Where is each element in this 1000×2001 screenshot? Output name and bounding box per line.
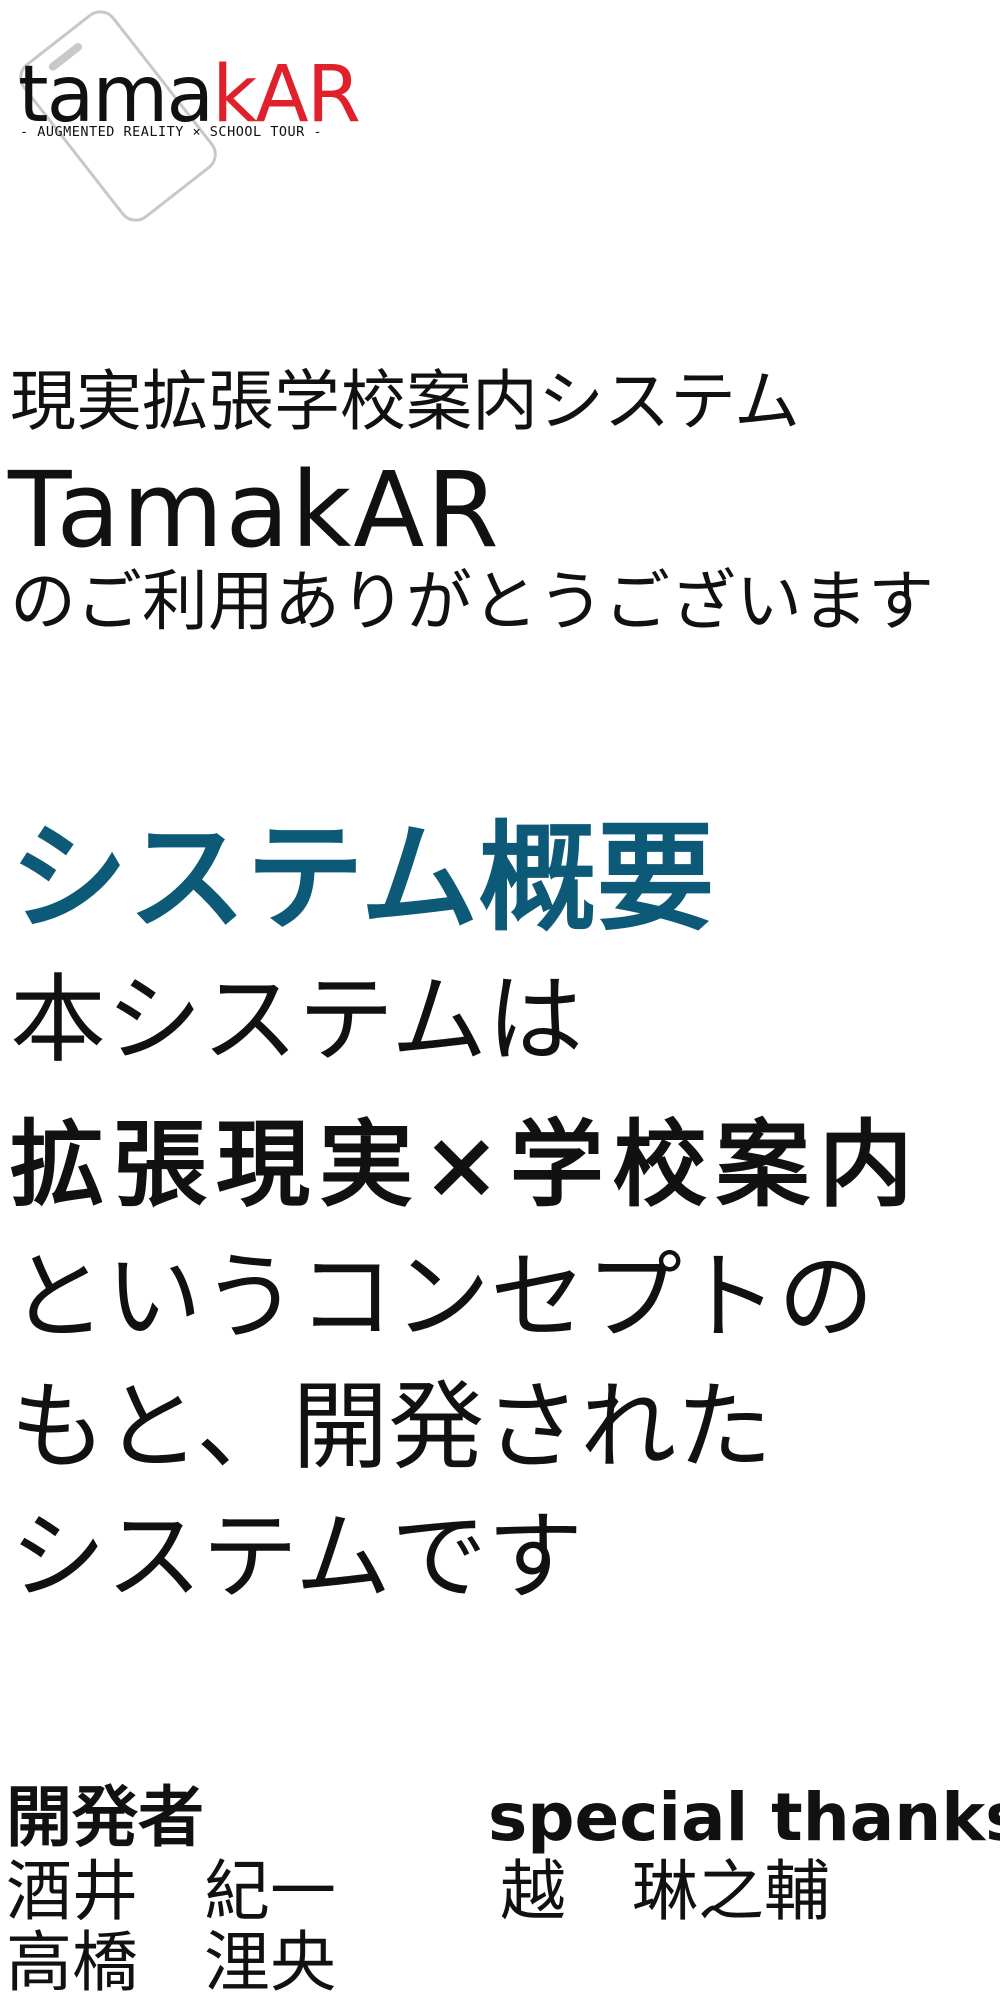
overview-text-line: というコンセプトの xyxy=(10,1241,874,1353)
logo-tagline: - AUGMENTED REALITY × SCHOOL TOUR - xyxy=(20,124,322,140)
special-thanks-heading: special thanks xyxy=(488,1779,1000,1856)
special-thanks-name: 越 琳之輔 xyxy=(500,1853,830,1930)
developer-name: 酒井 紀一 xyxy=(6,1853,336,1930)
developers-heading: 開発者 xyxy=(6,1779,204,1856)
overview-text-line: 本システムは xyxy=(10,964,584,1076)
overview-heading: システム概要 xyxy=(10,809,715,947)
overview-concept: 拡張現実×学校案内 xyxy=(10,1111,922,1220)
overview-text-line: もと、開発された xyxy=(10,1371,773,1483)
intro-product-name: TamakAR xyxy=(8,449,501,571)
intro-thanks-text: のご利用ありがとうございます xyxy=(10,563,934,640)
intro-system-name: 現実拡張学校案内システム xyxy=(10,363,801,440)
app-logo: tamakAR - AUGMENTED REALITY × SCHOOL TOU… xyxy=(0,0,400,229)
developer-name: 高橋 浬央 xyxy=(6,1924,336,2001)
overview-text-line: システムです xyxy=(10,1501,584,1613)
